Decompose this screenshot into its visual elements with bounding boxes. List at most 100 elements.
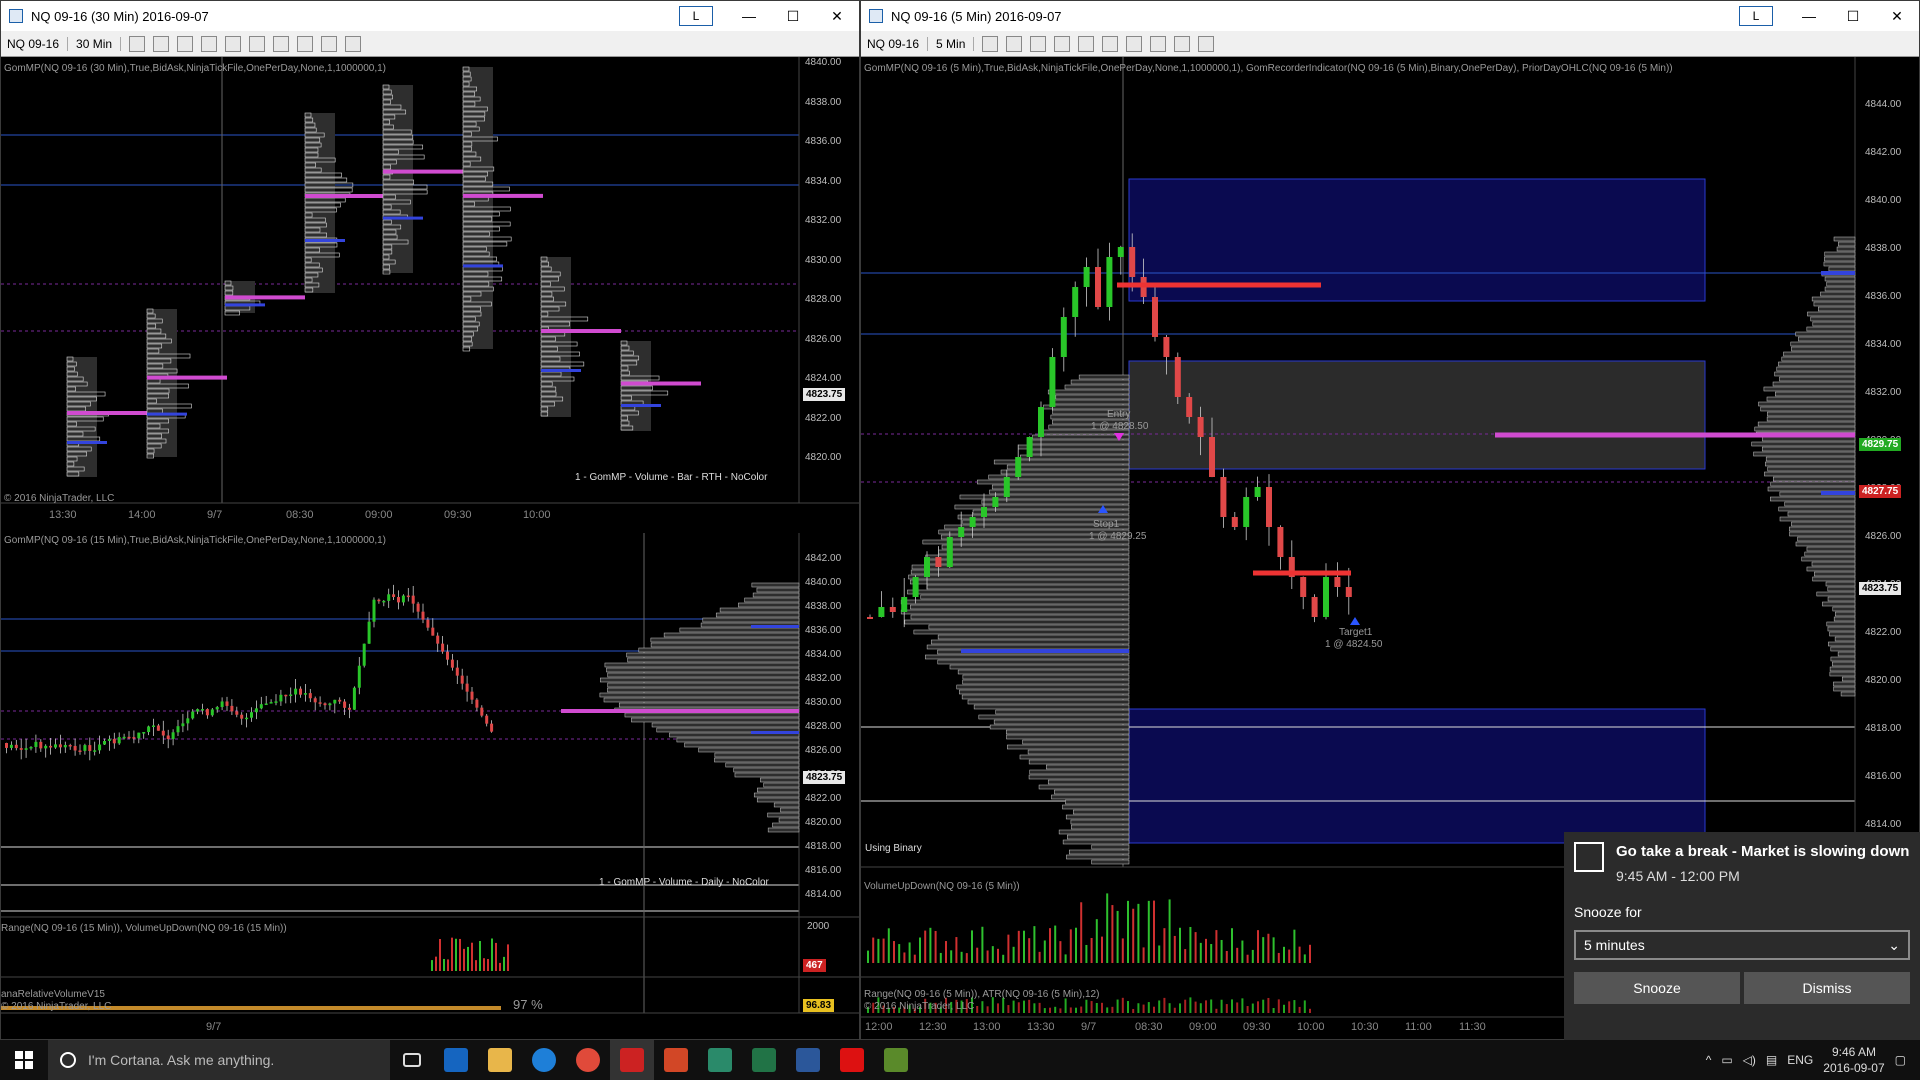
pencil-icon[interactable] (153, 35, 170, 52)
price-axis-label: 4838.00 (805, 96, 842, 108)
snooze-button[interactable]: Snooze (1574, 972, 1740, 1004)
volume-bar (475, 960, 477, 971)
app-icon[interactable] (874, 1040, 918, 1080)
profile-row (1091, 844, 1130, 850)
value-area-bar (751, 625, 799, 628)
toast-title: Go take a break - Market is slowing down (1616, 843, 1910, 860)
snapshot-icon[interactable] (1174, 35, 1191, 52)
line-tool-icon[interactable] (129, 35, 146, 52)
profile-row (1806, 546, 1856, 552)
left-top-pane[interactable]: GomMP(NQ 09-16 (30 Min),True,BidAsk,Ninj… (1, 57, 859, 533)
chrome-icon[interactable] (566, 1040, 610, 1080)
profile-row (957, 669, 1130, 675)
cortana-search-box[interactable]: I'm Cortana. Ask me anything. (48, 1040, 390, 1080)
candle-body (981, 507, 987, 517)
pen-icon[interactable] (177, 35, 194, 52)
indicators-icon[interactable] (1126, 35, 1143, 52)
profile-row (925, 654, 1130, 660)
indicators-icon[interactable] (273, 35, 290, 52)
range-bar (1043, 1008, 1046, 1013)
profile-row (778, 817, 800, 823)
volume-bar (1184, 949, 1187, 963)
volume-bar (1111, 905, 1114, 963)
right-title-bar[interactable]: NQ 09-16 (5 Min) 2016-09-07 L — ☐ ✕ (861, 1, 1919, 31)
volume-bar (991, 946, 994, 963)
dismiss-button[interactable]: Dismiss (1744, 972, 1910, 1004)
profile-row (1031, 439, 1130, 445)
close-icon[interactable]: ✕ (1875, 8, 1919, 25)
volume-icon[interactable]: ◁) (1743, 1053, 1756, 1067)
interval-selector[interactable]: 5 Min (936, 36, 975, 51)
close-icon[interactable]: ✕ (815, 8, 859, 25)
word-icon[interactable] (786, 1040, 830, 1080)
profile-row (925, 559, 1130, 565)
excel-icon[interactable] (742, 1040, 786, 1080)
snooze-label: Snooze for (1574, 904, 1642, 920)
language-indicator[interactable]: ENG (1787, 1053, 1813, 1067)
profile-row (1838, 241, 1856, 247)
eraser-icon[interactable] (1054, 35, 1071, 52)
pen-icon[interactable] (1030, 35, 1047, 52)
candle-body (152, 725, 155, 728)
range-bar (1075, 1007, 1077, 1013)
link-button[interactable]: L (679, 6, 713, 26)
volume-bar (887, 928, 890, 963)
strategies-icon[interactable] (1150, 35, 1167, 52)
pencil-icon[interactable] (1006, 35, 1023, 52)
eraser-icon[interactable] (201, 35, 218, 52)
chevron-up-icon[interactable]: ^ (1706, 1053, 1712, 1067)
notification-icon[interactable]: ▤ (1766, 1053, 1777, 1067)
bar-type-icon[interactable] (982, 35, 999, 52)
profile-row (1070, 379, 1130, 385)
zoom-icon[interactable] (249, 35, 266, 52)
network-icon[interactable]: ▭ (1721, 1053, 1732, 1067)
profile-row (607, 687, 800, 693)
action-center-icon[interactable]: ▢ (1895, 1053, 1906, 1067)
profile-row (607, 672, 800, 678)
profile-row (1006, 734, 1130, 740)
task-view-icon[interactable] (390, 1040, 434, 1080)
minimize-icon[interactable]: — (1787, 8, 1831, 24)
properties-icon[interactable] (345, 35, 362, 52)
outlook-icon[interactable] (434, 1040, 478, 1080)
minimize-icon[interactable]: — (727, 8, 771, 24)
properties-icon[interactable] (1198, 35, 1215, 52)
volume-bar (945, 941, 947, 963)
snooze-dropdown[interactable]: 5 minutes ⌄ (1574, 930, 1910, 960)
profile-row (1770, 496, 1856, 502)
left-title-bar[interactable]: NQ 09-16 (30 Min) 2016-09-07 L — ☐ ✕ (1, 1, 859, 31)
maximize-icon[interactable]: ☐ (1831, 8, 1875, 25)
edge-icon[interactable] (522, 1040, 566, 1080)
clock[interactable]: 9:46 AM 2016-09-07 (1823, 1044, 1884, 1076)
cursor-icon[interactable] (225, 35, 242, 52)
volume-bar (1179, 927, 1181, 963)
tws-icon[interactable] (698, 1040, 742, 1080)
volume-bar (1069, 929, 1072, 963)
price-axis-label: 4836.00 (1865, 291, 1902, 302)
profile-row (989, 489, 1130, 495)
interval-selector[interactable]: 30 Min (76, 36, 122, 51)
adobe-icon[interactable] (830, 1040, 874, 1080)
instrument-selector[interactable]: NQ 09-16 (867, 36, 929, 51)
time-axis-label: 09:30 (444, 509, 472, 521)
ninjatrader-icon[interactable] (610, 1040, 654, 1080)
snapshot-icon[interactable] (321, 35, 338, 52)
link-button[interactable]: L (1739, 6, 1773, 26)
left-bottom-pane[interactable]: GomMP(NQ 09-16 (15 Min),True,BidAsk,Ninj… (1, 533, 859, 1039)
profile-row (663, 632, 800, 638)
zoom-icon[interactable] (1102, 35, 1119, 52)
toast-time: 9:45 AM - 12:00 PM (1616, 868, 1740, 884)
cursor-icon[interactable] (1078, 35, 1095, 52)
powerpoint-icon[interactable] (654, 1040, 698, 1080)
instrument-selector[interactable]: NQ 09-16 (7, 36, 69, 51)
windows-start-icon[interactable] (0, 1040, 48, 1080)
chart-app-icon (869, 9, 883, 23)
volume-bar (1163, 928, 1166, 963)
system-tray: ^ ▭ ◁) ▤ ENG 9:46 AM 2016-09-07 ▢ (1706, 1044, 1920, 1076)
range-bar (1023, 1000, 1025, 1013)
candle-body (274, 701, 278, 703)
file-explorer-icon[interactable] (478, 1040, 522, 1080)
strategies-icon[interactable] (297, 35, 314, 52)
maximize-icon[interactable]: ☐ (771, 8, 815, 25)
poc-bar (561, 709, 799, 713)
